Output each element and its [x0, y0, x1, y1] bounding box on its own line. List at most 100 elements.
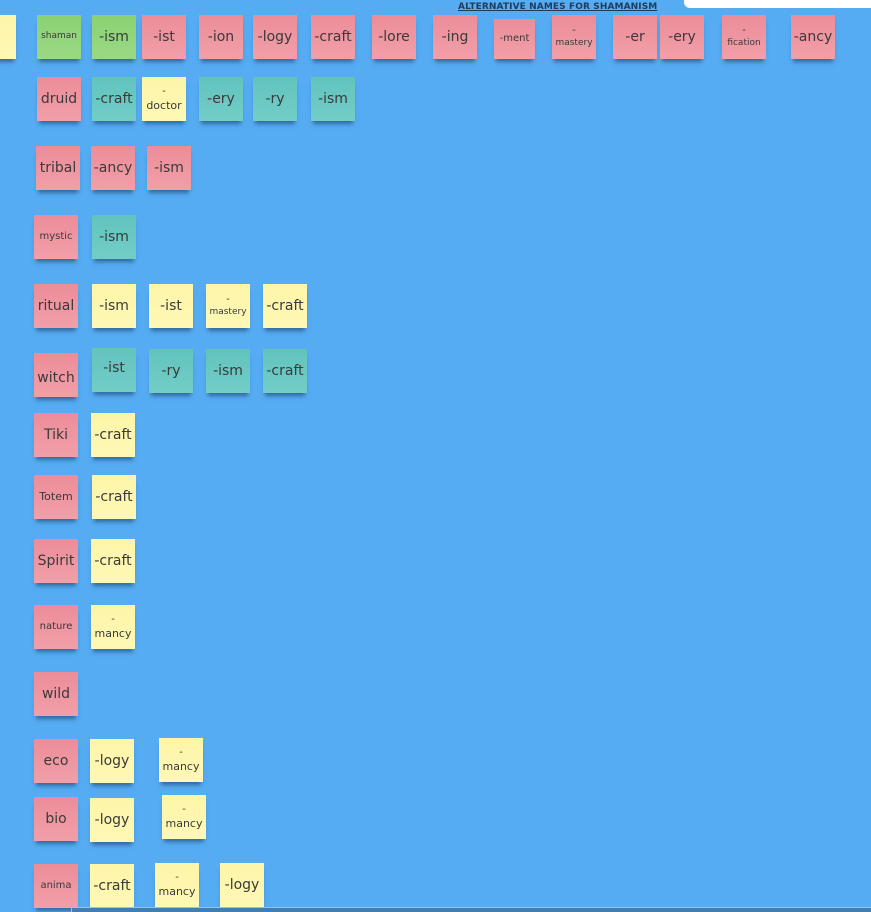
- sticky-note-suffix[interactable]: - mastery: [552, 15, 596, 59]
- note-text: -logy: [257, 28, 293, 45]
- sticky-note-root-nature[interactable]: nature: [34, 605, 78, 649]
- note-text: -er: [625, 28, 645, 45]
- sticky-note-root-mystic[interactable]: mystic: [34, 215, 78, 259]
- note-text: anima: [40, 879, 72, 891]
- note-text: mastery: [555, 37, 593, 48]
- sticky-note-root-druid[interactable]: druid: [37, 77, 81, 121]
- note-text: -logy: [94, 811, 130, 828]
- note-dash: -: [111, 613, 115, 625]
- note-text: Tiki: [43, 426, 68, 443]
- sticky-note-suffix[interactable]: - mancy: [91, 605, 135, 649]
- sticky-note-root-bio[interactable]: bio: [34, 797, 78, 841]
- sticky-note-suffix[interactable]: -logy: [90, 798, 134, 842]
- note-text: -craft: [94, 552, 132, 569]
- sticky-note-suffix[interactable]: - mancy: [155, 863, 199, 907]
- sticky-note-suffix[interactable]: -ist: [149, 284, 193, 328]
- sticky-note-suffix[interactable]: - mastery: [206, 284, 250, 328]
- sticky-note-suffix[interactable]: -craft: [92, 77, 136, 121]
- sticky-note-suffix[interactable]: -ism: [147, 146, 191, 190]
- note-text: wild: [41, 685, 71, 702]
- sticky-note-suffix[interactable]: - doctor: [142, 77, 186, 121]
- sticky-note-suffix[interactable]: -craft: [91, 539, 135, 583]
- sticky-note-shaman[interactable]: shaman: [37, 15, 81, 59]
- sticky-note-suffix[interactable]: -craft: [90, 864, 134, 908]
- note-text: Totem: [39, 490, 73, 504]
- note-dash: -: [226, 293, 230, 305]
- note-text: -ist: [160, 297, 182, 314]
- note-dash: -: [182, 803, 186, 815]
- note-text: -ism: [213, 362, 243, 379]
- top-toolbar-panel[interactable]: [684, 0, 871, 8]
- note-text: -ment: [499, 32, 530, 44]
- sticky-note-suffix[interactable]: -ism: [92, 215, 136, 259]
- note-text: -craft: [95, 488, 133, 505]
- note-text: Spirit: [37, 552, 75, 569]
- sticky-note-offscreen[interactable]: [0, 15, 16, 59]
- sticky-note-root-tribal[interactable]: tribal: [36, 146, 80, 190]
- note-text: -ery: [207, 90, 235, 107]
- note-text: tribal: [39, 159, 77, 176]
- note-text: -ery: [668, 28, 696, 45]
- sticky-note-suffix[interactable]: -ism: [206, 349, 250, 393]
- note-text: mancy: [158, 884, 196, 898]
- sticky-note-suffix[interactable]: -ancy: [791, 15, 835, 59]
- sticky-note-suffix[interactable]: -craft: [263, 284, 307, 328]
- sticky-note-suffix[interactable]: -craft: [91, 413, 135, 457]
- sticky-note-suffix[interactable]: -ism: [92, 15, 136, 59]
- sticky-note-root-wild[interactable]: wild: [34, 672, 78, 716]
- note-text: -ism: [99, 228, 129, 245]
- sticky-note-suffix[interactable]: -ry: [149, 349, 193, 393]
- sticky-note-suffix[interactable]: -ry: [253, 77, 297, 121]
- sticky-note-suffix[interactable]: -craft: [92, 475, 136, 519]
- sticky-note-suffix[interactable]: - mancy: [159, 738, 203, 782]
- sticky-note-suffix[interactable]: -ment: [494, 19, 535, 59]
- sticky-note-suffix[interactable]: -craft: [263, 349, 307, 393]
- sticky-note-suffix[interactable]: -logy: [253, 15, 297, 59]
- sticky-note-suffix[interactable]: -ing: [433, 15, 477, 59]
- sticky-note-suffix[interactable]: - mancy: [162, 795, 206, 839]
- note-dash: -: [175, 871, 179, 883]
- whiteboard-canvas[interactable]: ALTERNATIVE NAMES FOR SHAMANISM shaman -…: [0, 0, 871, 912]
- note-text: doctor: [146, 98, 182, 112]
- note-text: shaman: [41, 31, 77, 42]
- sticky-note-root-ritual[interactable]: ritual: [34, 284, 78, 328]
- bottom-frame-edge: [71, 907, 871, 912]
- note-text: -ing: [441, 28, 469, 45]
- sticky-note-suffix[interactable]: -logy: [90, 739, 134, 783]
- note-text: -logy: [224, 876, 260, 893]
- sticky-note-root-anima[interactable]: anima: [34, 864, 78, 908]
- note-text: -ist: [153, 28, 175, 45]
- sticky-note-root-witch[interactable]: witch: [34, 353, 78, 397]
- note-text: eco: [43, 752, 69, 769]
- sticky-note-suffix[interactable]: -ancy: [91, 146, 135, 190]
- note-text: -craft: [266, 362, 304, 379]
- sticky-note-suffix[interactable]: -ion: [199, 15, 243, 59]
- note-text: mystic: [39, 230, 73, 242]
- sticky-note-suffix[interactable]: - fication: [722, 15, 766, 59]
- sticky-note-root-spirit[interactable]: Spirit: [34, 539, 78, 583]
- note-text: mancy: [94, 626, 132, 640]
- sticky-note-suffix[interactable]: -ery: [660, 15, 704, 59]
- sticky-note-suffix[interactable]: -craft: [311, 15, 355, 59]
- note-dash: -: [572, 24, 576, 36]
- sticky-note-root-eco[interactable]: eco: [34, 739, 78, 783]
- note-text: -craft: [266, 297, 304, 314]
- note-text: -ism: [99, 28, 129, 45]
- sticky-note-suffix[interactable]: -ist: [92, 348, 136, 392]
- sticky-note-root-totem[interactable]: Totem: [34, 475, 78, 519]
- sticky-note-suffix[interactable]: -logy: [220, 863, 264, 907]
- note-text: -ism: [154, 159, 184, 176]
- note-dash: -: [742, 24, 746, 36]
- sticky-note-suffix[interactable]: -ist: [142, 15, 186, 59]
- note-text: -ion: [207, 28, 235, 45]
- sticky-note-suffix[interactable]: -er: [613, 15, 657, 59]
- note-text: mancy: [162, 759, 200, 773]
- sticky-note-suffix[interactable]: -ism: [311, 77, 355, 121]
- sticky-note-suffix[interactable]: -lore: [372, 15, 416, 59]
- note-text: nature: [39, 620, 73, 632]
- note-text: witch: [37, 369, 75, 386]
- sticky-note-suffix[interactable]: -ery: [199, 77, 243, 121]
- sticky-note-root-tiki[interactable]: Tiki: [34, 413, 78, 457]
- note-text: -craft: [314, 28, 352, 45]
- sticky-note-suffix[interactable]: -ism: [92, 284, 136, 328]
